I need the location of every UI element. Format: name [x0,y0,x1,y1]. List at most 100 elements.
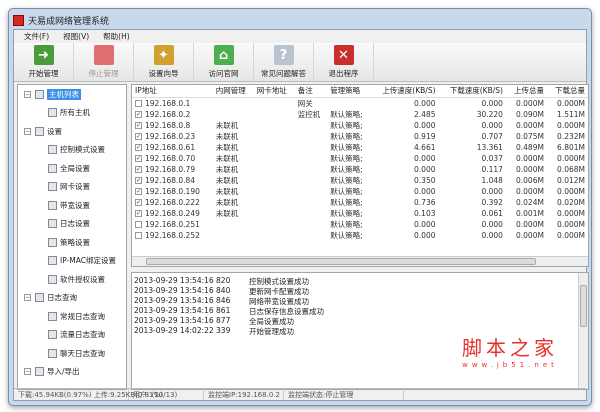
row-checkbox[interactable]: ✓ [135,188,142,195]
table-cell [213,219,254,230]
row-checkbox[interactable]: ✓ [135,177,142,184]
column-header[interactable]: 管理策略 [327,85,372,98]
tree-item[interactable]: 流量日志查询 [18,326,126,345]
menu-view[interactable]: 视图(V) [63,31,89,42]
tree-item[interactable]: − 设置 [18,122,126,141]
tree-item[interactable]: 带宽设置 [18,196,126,215]
host-table: IP地址 内网管理 网卡地址 备注 管理策略 上传速度(KB/S) 下载速度(KB/S) 上传… [131,84,589,267]
table-cell: 0.061 [439,208,506,219]
toolbar-button-home[interactable]: ⌂ 访问官网 [194,43,254,81]
table-row[interactable]: 192.168.0.252 默认策略; 0.000 0.000 0.000M 0.000M [132,230,588,241]
column-header[interactable]: IP地址 [132,85,213,98]
cell-value: 默认策略; [330,186,363,196]
table-cell: 未联机 [213,175,254,186]
menu-file[interactable]: 文件(F) [24,31,49,42]
cell-value: 0.000 [481,120,503,130]
table-cell: 默认策略; [327,142,371,153]
toolbar-button-stop[interactable]: 停止管理 [74,43,134,81]
row-checkbox[interactable]: ✓ [135,155,142,162]
cell-value: 默认策略; [330,164,363,174]
log-message: 更新网卡配置成功 [249,287,309,296]
row-checkbox[interactable]: ✓ [135,144,142,151]
vertical-scrollbar[interactable] [578,273,588,389]
window-title: 天易成网络管理系统 [28,16,110,27]
tree-item[interactable]: 全局设置 [18,159,126,178]
cell-value: 0.024M [516,197,544,207]
tree-item-label: IP-MAC绑定设置 [60,256,116,266]
cell-value: 192.168.0.84 [145,175,196,185]
table-row[interactable]: 192.168.0.251 默认策略; 0.000 0.000 0.000M 0.000M [132,219,588,230]
table-cell [295,131,327,142]
table-row[interactable]: ✓ 192.168.0.8 未联机 默认策略; 0.000 0.000 0.000M 0.00… [132,120,588,131]
row-checkbox[interactable] [135,100,142,107]
column-header[interactable]: 网卡地址 [253,85,295,98]
row-checkbox[interactable]: ✓ [135,210,142,217]
cell-value: 0.000M [516,153,544,163]
toolbar-button-wand[interactable]: ✦ 设置向导 [134,43,194,81]
table-row[interactable]: 192.168.0.1 网关 0.000 0.000 0.000M 0.000M [132,97,588,109]
status-bar: 下载:45.94KB(0.97%) 上传:9.25KB(0.81%) 用户: (… [14,388,586,400]
row-checkbox[interactable] [135,221,142,228]
toolbar-button-start[interactable]: ➜ 开始管理 [14,43,74,81]
scroll-thumb[interactable] [580,285,587,327]
cell-value: 192.168.0.251 [145,219,200,229]
menu-help[interactable]: 帮助(H) [103,31,130,42]
row-checkbox[interactable]: ✓ [135,199,142,206]
tree-item[interactable]: 聊天日志查询 [18,344,126,363]
table-cell [254,219,295,230]
row-checkbox[interactable]: ✓ [135,166,142,173]
tree-item-label: 日志设置 [60,219,90,229]
column-header[interactable]: 下载总量 [546,85,588,98]
expand-toggle[interactable]: − [24,127,31,135]
table-row[interactable]: ✓ 192.168.0.79 未联机 默认策略; 0.000 0.117 0.000M 0.0… [132,164,588,175]
table-row[interactable]: ✓ 192.168.0.2 监控机 默认策略; 2.485 30.220 0.090M 1.5… [132,109,588,120]
cell-value: 默认策略; [330,109,363,119]
title-bar: 天易成网络管理系统 [13,12,109,28]
table-row[interactable]: ✓ 192.168.0.249 未联机 默认策略; 0.103 0.061 0.001M 0.… [132,208,588,219]
log-message: 网络带宽设置成功 [249,297,309,306]
tree-item[interactable]: 日志设置 [18,215,126,234]
toolbar-button-label: 访问官网 [208,69,239,78]
column-header[interactable]: 下载速度(KB/S) [438,85,506,98]
row-checkbox[interactable]: ✓ [135,111,142,118]
table-row[interactable]: ✓ 192.168.0.84 未联机 默认策略; 0.350 1.048 0.006M 0.0… [132,175,588,186]
table-cell: 未联机 [213,164,254,175]
log-message: 全局设置成功 [249,317,294,326]
horizontal-scrollbar[interactable] [132,256,588,266]
tree-item[interactable]: − 日志查询 [18,289,126,308]
row-checkbox[interactable]: ✓ [135,122,142,129]
table-row[interactable]: ✓ 192.168.0.23 未联机 默认策略; 0.919 0.707 0.075M 0.2… [132,131,588,142]
tree-item[interactable]: 所有主机 [18,104,126,123]
column-header[interactable]: 内网管理 [212,85,254,98]
toolbar-button-help[interactable]: ? 常见问题解答 [254,43,314,81]
expand-toggle[interactable]: − [24,294,31,302]
expand-toggle[interactable]: − [24,90,31,98]
tree-item-label: 策略设置 [60,237,90,247]
cell-value: 192.168.0.249 [145,208,200,218]
scroll-thumb[interactable] [146,258,536,265]
toolbar-button-exit[interactable]: ✕ 退出程序 [314,43,374,81]
table-cell [254,164,295,175]
tree-item[interactable]: 软件授权设置 [18,270,126,289]
table-cell: 0.012M [547,175,588,186]
table-row[interactable]: ✓ 192.168.0.190 未联机 默认策略; 0.000 0.000 0.000M 0.… [132,186,588,197]
expand-toggle[interactable]: − [24,368,31,376]
tree-item[interactable]: 网卡设置 [18,178,126,197]
tree-item[interactable]: 控制模式设置 [18,141,126,160]
tree-item[interactable]: 常规日志查询 [18,307,126,326]
cell-value: 0.000M [516,120,544,130]
table-row[interactable]: ✓ 192.168.0.61 未联机 默认策略; 4.661 13.361 0.489M 6.… [132,142,588,153]
column-header[interactable]: 备注 [294,85,328,98]
table-cell: 192.168.0.251 [132,219,213,230]
row-checkbox[interactable] [135,232,142,239]
tree-item[interactable]: − 主机列表 [18,85,126,104]
tree-item[interactable]: 策略设置 [18,233,126,252]
table-row[interactable]: ✓ 192.168.0.222 未联机 默认策略; 0.736 0.392 0.024M 0.… [132,197,588,208]
tree-item[interactable]: IP-MAC绑定设置 [18,252,126,271]
table-cell [295,186,327,197]
column-header[interactable]: 上传速度(KB/S) [371,85,439,98]
tree-item[interactable]: − 导入/导出 [18,363,126,382]
row-checkbox[interactable]: ✓ [135,133,142,140]
column-header[interactable]: 上传总量 [505,85,547,98]
table-row[interactable]: ✓ 192.168.0.70 未联机 默认策略; 0.000 0.037 0.000M 0.0… [132,153,588,164]
